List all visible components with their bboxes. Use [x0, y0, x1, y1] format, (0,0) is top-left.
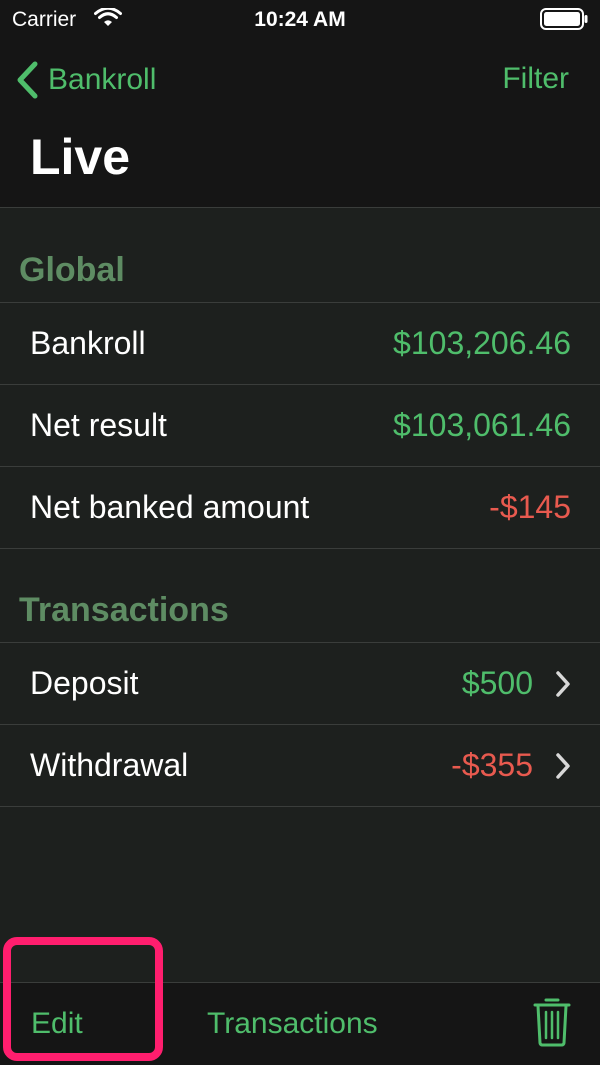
row-value: $103,206.46: [393, 325, 571, 361]
chevron-right-icon: [556, 670, 570, 697]
status-bar: Carrier 10:24 AM: [0, 0, 600, 40]
row-net-banked-amount: Net banked amount -$145: [0, 467, 600, 549]
row-net-result: Net result $103,061.46: [0, 385, 600, 467]
chevron-left-icon: [17, 61, 38, 99]
section-title: Transactions: [19, 591, 229, 629]
page-title: Live: [30, 129, 131, 185]
battery-icon: [540, 8, 588, 30]
chevron-right-icon: [556, 752, 570, 779]
highlight-box: [3, 937, 163, 1061]
filter-button[interactable]: Filter: [502, 62, 569, 96]
row-label: Deposit: [30, 665, 139, 701]
row-label: Bankroll: [30, 325, 146, 361]
row-value-group: $500: [462, 665, 571, 702]
back-button-label: Bankroll: [48, 63, 157, 96]
screen: Carrier 10:24 AM Bankroll Filter Live Gl…: [0, 0, 600, 1065]
navigation-bar: Bankroll Filter Live: [0, 40, 600, 208]
section-header-transactions: Transactions: [0, 549, 600, 643]
back-button[interactable]: Bankroll: [14, 58, 156, 102]
section-header-global: Global: [0, 209, 600, 303]
row-value-group: -$355: [451, 747, 571, 784]
row-value: -$355: [451, 747, 533, 783]
row-label: Net result: [30, 407, 167, 443]
row-label: Withdrawal: [30, 747, 189, 783]
row-value: $103,061.46: [393, 407, 571, 443]
status-time: 10:24 AM: [254, 8, 346, 31]
row-withdrawal[interactable]: Withdrawal -$355: [0, 725, 600, 807]
row-value: $500: [461, 665, 533, 701]
row-value: -$145: [489, 489, 571, 525]
transactions-button[interactable]: Transactions: [207, 1007, 378, 1041]
trash-icon[interactable]: [533, 997, 571, 1047]
row-label: Net banked amount: [30, 489, 310, 525]
row-deposit[interactable]: Deposit $500: [0, 643, 600, 725]
row-bankroll: Bankroll $103,206.46: [0, 303, 600, 385]
section-title: Global: [19, 251, 125, 289]
